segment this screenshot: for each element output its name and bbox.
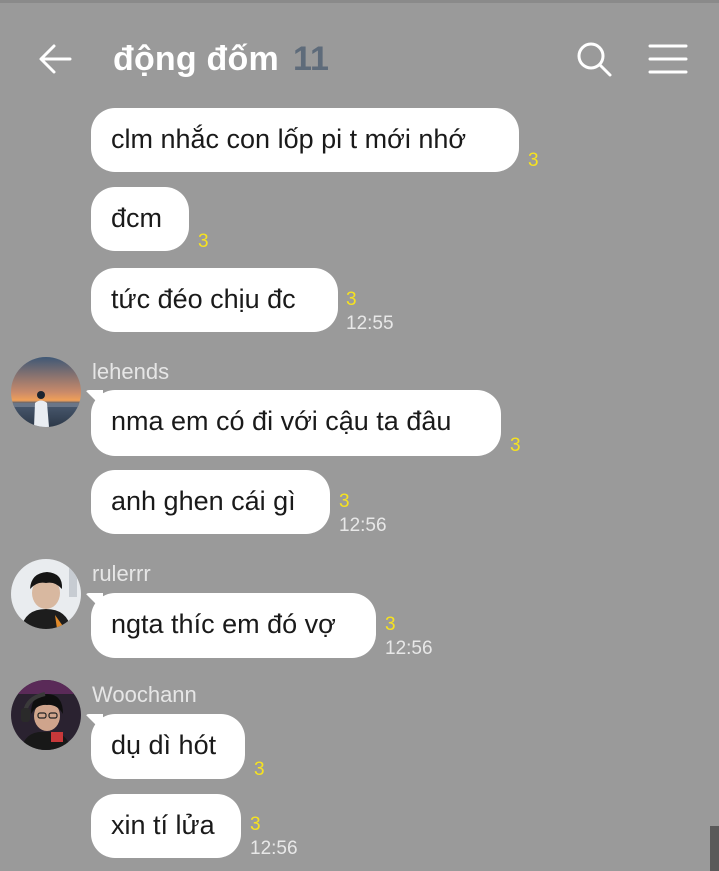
message-text: clm nhắc con lốp pi t mới nhớ	[111, 124, 467, 154]
message-text: dụ dì hót	[111, 730, 217, 760]
avatar-woochann[interactable]	[11, 680, 81, 750]
avatar-image	[11, 559, 81, 629]
avatar-rulerrr[interactable]	[11, 559, 81, 629]
search-button[interactable]	[574, 39, 614, 79]
back-button[interactable]	[36, 39, 76, 79]
avatar-image	[11, 680, 81, 750]
hamburger-menu-icon	[648, 44, 688, 74]
message-text: tức đéo chịu đc	[111, 284, 296, 314]
message-text: xin tí lửa	[111, 810, 215, 840]
message-bubble[interactable]: đcm	[91, 187, 189, 251]
unread-count: 3	[198, 231, 209, 252]
menu-button[interactable]	[648, 43, 688, 75]
message-time: 12:56	[385, 638, 433, 659]
message-bubble[interactable]: nma em có đi với cậu ta đâu	[91, 390, 501, 456]
message-bubble[interactable]: dụ dì hót	[91, 714, 245, 779]
avatar-image	[11, 357, 81, 427]
message-bubble[interactable]: ngta thíc em đó vợ	[91, 593, 376, 658]
message-bubble[interactable]: xin tí lửa	[91, 794, 241, 858]
chat-header: động đốm 11	[0, 3, 719, 103]
message-text: anh ghen cái gì	[111, 486, 296, 516]
unread-count: 3	[250, 814, 261, 835]
member-count: 11	[293, 40, 329, 78]
message-text: đcm	[111, 203, 163, 233]
unread-count: 3	[385, 614, 396, 635]
message-bubble[interactable]: clm nhắc con lốp pi t mới nhớ	[91, 108, 519, 172]
unread-count: 3	[346, 289, 357, 310]
avatar-lehends[interactable]	[11, 357, 81, 427]
unread-count: 3	[510, 435, 521, 456]
unread-count: 3	[339, 491, 350, 512]
sender-name: lehends	[92, 359, 170, 384]
search-icon	[577, 42, 612, 77]
sender-name: rulerrr	[92, 561, 151, 586]
message-time: 12:56	[339, 515, 387, 536]
unread-count: 3	[528, 150, 539, 171]
message-bubble[interactable]: anh ghen cái gì	[91, 470, 330, 534]
sender-name: Woochann	[92, 682, 197, 707]
message-text: nma em có đi với cậu ta đâu	[111, 406, 452, 436]
message-bubble[interactable]: tức đéo chịu đc	[91, 268, 338, 332]
message-time: 12:55	[346, 313, 394, 334]
message-text: ngta thíc em đó vợ	[111, 609, 336, 639]
chat-title: động đốm	[113, 40, 279, 78]
unread-count: 3	[254, 759, 265, 780]
message-time: 12:56	[250, 838, 298, 859]
scrollbar[interactable]	[710, 826, 719, 871]
arrow-left-icon	[39, 44, 72, 74]
